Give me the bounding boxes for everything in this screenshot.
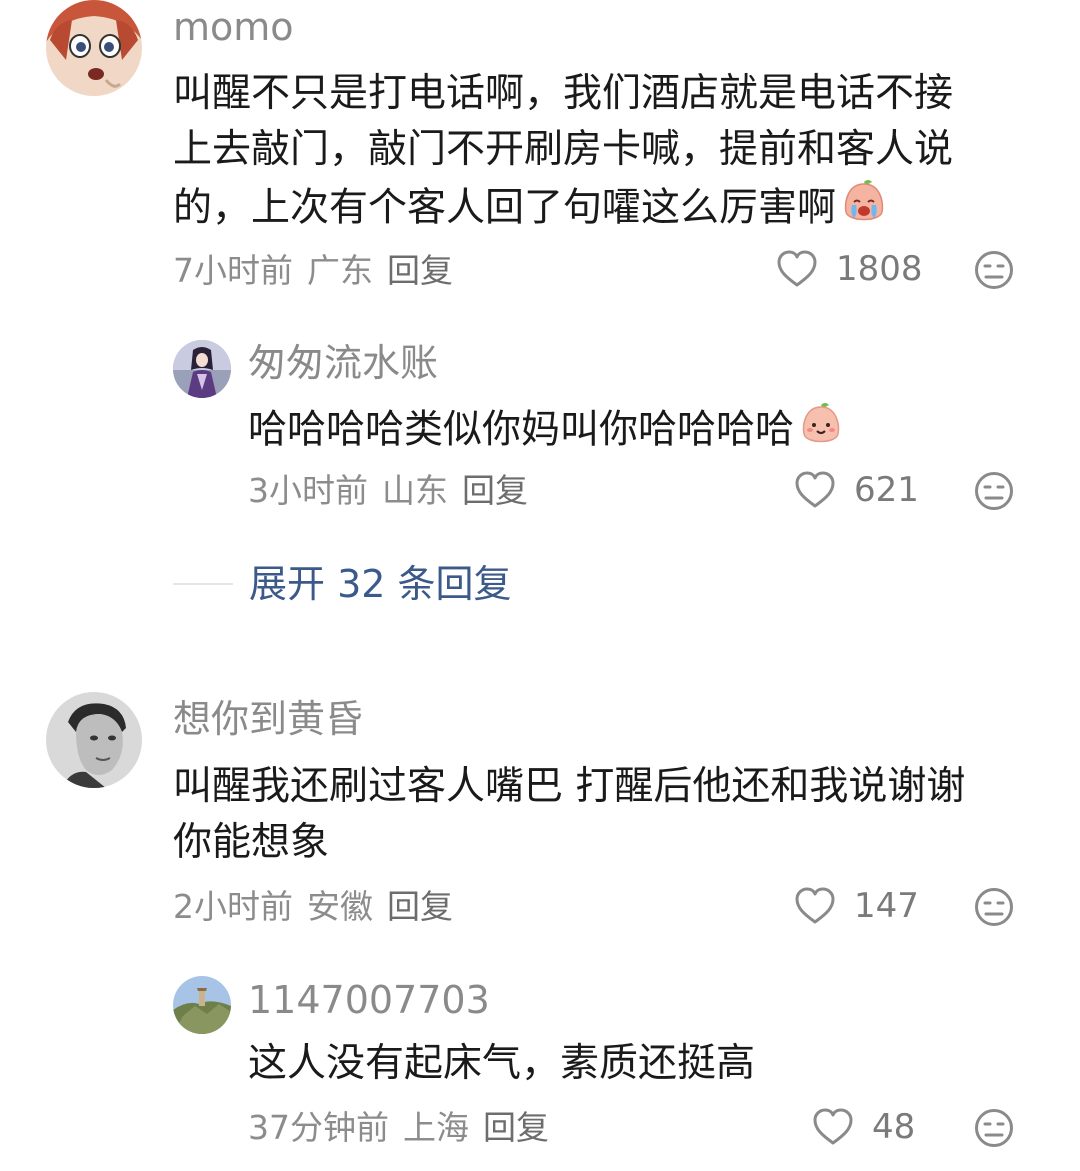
comment-meta: 7小时前 广东 回复 — [173, 254, 467, 287]
neutral-face-icon — [975, 472, 1013, 510]
location: 安徽 — [307, 887, 373, 926]
like-button[interactable]: 1808 — [776, 250, 923, 288]
timestamp: 7小时前 — [173, 251, 293, 290]
dislike-button[interactable] — [974, 887, 1014, 931]
timestamp: 3小时前 — [248, 471, 368, 510]
neutral-face-icon — [975, 1109, 1013, 1147]
comment-text: 叫醒不只是打电话啊，我们酒店就是电话不接 上去敲门，敲门不开刷房卡喊，提前和客人… — [173, 66, 1033, 242]
avatar[interactable] — [46, 0, 142, 96]
neutral-face-icon — [975, 888, 1013, 926]
like-button[interactable]: 621 — [794, 471, 919, 509]
username[interactable]: 匆匆流水账 — [248, 344, 438, 382]
comment-text-line: 的，上次有个客人回了句嚯这么厉害啊 — [173, 178, 1033, 242]
reply-button[interactable]: 回复 — [387, 887, 453, 926]
avatar[interactable] — [173, 976, 231, 1034]
dislike-button[interactable] — [974, 471, 1014, 515]
dislike-button[interactable] — [974, 250, 1014, 294]
location: 广东 — [307, 251, 373, 290]
like-button[interactable]: 48 — [812, 1108, 915, 1146]
comment-text-fragment: 的，上次有个客人回了句嚯这么厉害啊 — [173, 185, 837, 231]
comment-text-line: 上去敲门，敲门不开刷房卡喊，提前和客人说 — [173, 127, 954, 172]
like-button[interactable]: 147 — [794, 887, 919, 925]
timestamp: 2小时前 — [173, 887, 293, 926]
like-count: 48 — [872, 1107, 916, 1147]
expand-replies-button[interactable]: 展开 32 条回复 — [173, 565, 512, 603]
comment-text: 哈哈哈哈类似你妈叫你哈哈哈哈 — [248, 401, 1028, 463]
heart-outline-icon — [813, 1108, 853, 1145]
heart-outline-icon — [795, 887, 835, 924]
location: 上海 — [403, 1108, 469, 1147]
comment-text-line: 叫醒不只是打电话啊，我们酒店就是电话不接 — [173, 71, 954, 116]
username[interactable]: momo — [173, 8, 294, 46]
comment-text-line: 你能想象 — [173, 820, 330, 865]
username[interactable]: 想你到黄昏 — [173, 700, 363, 738]
comment-meta: 37分钟前 上海 回复 — [248, 1111, 563, 1144]
location: 山东 — [382, 471, 448, 510]
heart-outline-icon — [777, 250, 817, 287]
comment-text: 叫醒我还刷过客人嘴巴 打醒后他还和我说谢谢 你能想象 — [173, 759, 1043, 871]
smiling-emoji-icon — [798, 401, 844, 463]
like-count: 1808 — [836, 249, 923, 289]
comment-text: 这人没有起床气，素质还挺高 — [248, 1036, 1028, 1092]
like-count: 621 — [854, 470, 919, 510]
comment-meta: 3小时前 山东 回复 — [248, 474, 542, 507]
avatar[interactable] — [46, 692, 142, 788]
crying-emoji-icon — [840, 178, 888, 242]
neutral-face-icon — [975, 251, 1013, 289]
comment-text-fragment: 这人没有起床气，素质还挺高 — [248, 1041, 756, 1086]
timestamp: 37分钟前 — [248, 1108, 389, 1147]
reply-button[interactable]: 回复 — [483, 1108, 549, 1147]
divider — [173, 583, 233, 585]
comment-meta: 2小时前 安徽 回复 — [173, 890, 467, 923]
reply-button[interactable]: 回复 — [387, 251, 453, 290]
avatar[interactable] — [173, 340, 231, 398]
username[interactable]: 1147007703 — [248, 981, 490, 1019]
reply-button[interactable]: 回复 — [462, 471, 528, 510]
comment-text-fragment: 哈哈哈哈类似你妈叫你哈哈哈哈 — [248, 407, 795, 453]
dislike-button[interactable] — [974, 1108, 1014, 1152]
expand-replies-label: 展开 32 条回复 — [249, 562, 512, 606]
like-count: 147 — [854, 886, 919, 926]
heart-outline-icon — [795, 471, 835, 508]
comment-text-line: 叫醒我还刷过客人嘴巴 打醒后他还和我说谢谢 — [173, 764, 966, 809]
